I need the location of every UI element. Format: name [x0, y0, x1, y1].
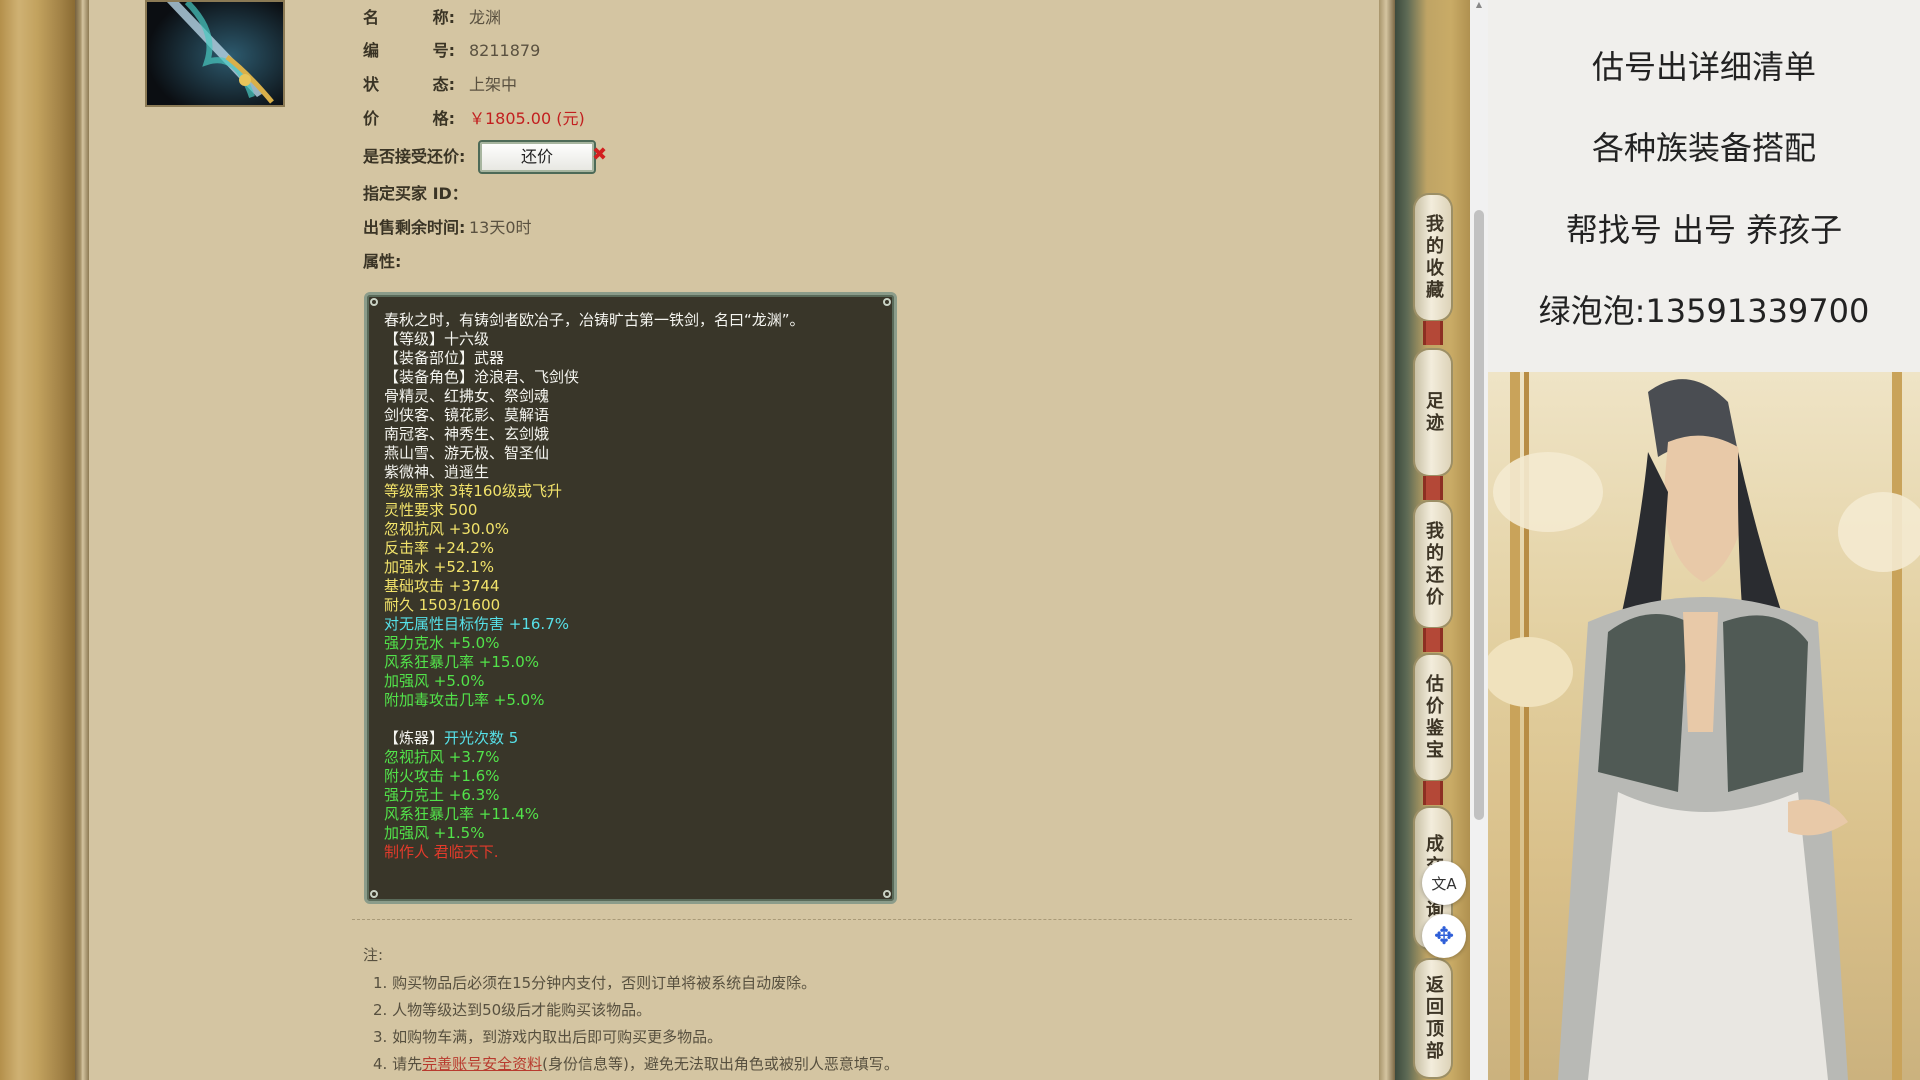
corner-ornament [370, 298, 378, 306]
account-security-link[interactable]: 完善账号安全资料 [422, 1055, 542, 1073]
corner-ornament [883, 890, 891, 898]
note-item: 4. 请先完善账号安全资料(身份信息等)，避免无法取出角色或被别人恶意填写。 [373, 1055, 899, 1073]
attribute-line: 灵性要求 500 [384, 501, 478, 519]
attribute-line: 强力克水 +5.0% [384, 634, 500, 652]
item-thumbnail [145, 0, 285, 107]
attribute-line: 耐久 1503/1600 [384, 596, 501, 614]
notes-title: 注: [363, 946, 384, 964]
attribute-line: 等级需求 3转160级或飞升 [384, 482, 562, 500]
attribute-line: 骨精灵、红拂女、祭剑魂 [384, 387, 550, 405]
attribute-line: 剑侠客、镜花影、莫解语 [384, 406, 550, 424]
scroll-rod-right [1379, 0, 1395, 1080]
tab-my-favorites[interactable]: 我的收藏 [1415, 195, 1451, 320]
refine-line: 忽视抗风 +3.7% [384, 748, 500, 766]
scroll-rod-left [75, 0, 89, 1080]
tab-back-to-top[interactable]: 返回顶部 [1415, 960, 1451, 1077]
time-left-label: 出售剩余时间: [363, 218, 466, 237]
divider [352, 919, 1352, 920]
tab-appraisal[interactable]: 估价鉴宝 [1415, 655, 1451, 780]
counter-offer-row: 是否接受还价: [363, 145, 469, 169]
refine-header: 【炼器】开光次数 5 [384, 729, 519, 747]
attribute-line: 反击率 +24.2% [384, 539, 494, 557]
attribute-line: 【装备角色】沧浪君、飞剑侠 [384, 368, 580, 386]
attribute-line: 春秋之时，有铸剑者欧冶子，冶铸旷古第一铁剑，名曰“龙渊”。 [384, 311, 805, 329]
tab-footprint[interactable]: 足迹 [1415, 350, 1451, 475]
refine-line: 强力克土 +6.3% [384, 786, 500, 804]
corner-ornament [370, 890, 378, 898]
attribute-line: 基础攻击 +3744 [384, 577, 500, 595]
status-label: 状态: [363, 75, 455, 94]
ad-line: 帮找号 出号 养孩子 [1565, 211, 1843, 249]
item-status: 上架中 [469, 75, 518, 94]
time-left: 13天0时 [469, 218, 532, 237]
tab-my-counter-offers[interactable]: 我的还价 [1415, 502, 1451, 627]
attribute-line: 加强风 +5.0% [384, 672, 485, 690]
item-id: 8211879 [469, 41, 541, 60]
item-price-row: 价格: ￥1805.00 (元) [363, 107, 585, 131]
ad-line: 各种族装备搭配 [1591, 129, 1816, 167]
attribute-line: 南冠客、神秀生、玄剑娥 [384, 425, 550, 443]
note-item: 2. 人物等级达到50级后才能购买该物品。 [373, 1001, 652, 1019]
refine-line: 加强风 +1.5% [384, 824, 485, 842]
name-label: 名称: [363, 8, 455, 27]
sword-image [147, 2, 283, 105]
item-price: ￥1805.00 (元) [469, 109, 585, 128]
attribute-line: 燕山雪、游无极、智圣仙 [384, 444, 550, 462]
item-id-row: 编号: 8211879 [363, 39, 540, 63]
attribute-line: 风系狂暴几率 +15.0% [384, 653, 539, 671]
note-item: 1. 购买物品后必须在15分钟内支付，否则订单将被系统自动废除。 [373, 974, 817, 992]
character-illustration [1488, 372, 1920, 1080]
character-artwork [1488, 372, 1920, 1080]
maker-line: 制作人 君临天下. [384, 843, 499, 861]
refine-line: 附火攻击 +1.6% [384, 767, 500, 785]
scroll-up-arrow-icon[interactable]: ▲ [1474, 0, 1484, 10]
price-label: 价格: [363, 109, 455, 128]
item-status-row: 状态: 上架中 [363, 73, 517, 97]
background-left-border [0, 0, 75, 1080]
note-item: 3. 如购物车满，到游戏内取出后即可购买更多物品。 [373, 1028, 723, 1046]
ad-contact: 绿泡泡:13591339700 [1538, 292, 1870, 330]
attribute-line: 附加毒攻击几率 +5.0% [384, 691, 545, 709]
attribute-line: 忽视抗风 +30.0% [384, 520, 509, 538]
corner-ornament [883, 298, 891, 306]
item-name: 龙渊 [469, 8, 502, 27]
attribute-line: 对无属性目标伤害 +16.7% [384, 615, 569, 633]
attribute-line: 【等级】十六级 [384, 330, 490, 348]
counter-offer-label: 是否接受还价: [363, 147, 466, 166]
attribute-line: 紫微神、逍遥生 [384, 463, 490, 481]
ad-line: 估号出详细清单 [1591, 48, 1816, 86]
refine-line: 风系狂暴几率 +11.4% [384, 805, 539, 823]
counter-offer-button[interactable]: 还价 [478, 140, 596, 174]
ad-panel: 估号出详细清单 各种族装备搭配 帮找号 出号 养孩子 绿泡泡:135913397… [1488, 0, 1920, 1080]
translate-icon[interactable]: 文A [1422, 861, 1466, 905]
attribute-line: 加强水 +52.1% [384, 558, 494, 576]
close-icon[interactable]: ✖ [592, 144, 607, 165]
buyer-id-label: 指定买家 ID： [363, 184, 468, 203]
id-label: 编号: [363, 41, 455, 60]
scrollbar-thumb[interactable] [1474, 210, 1484, 820]
ai-assistant-icon[interactable]: ✥ [1422, 914, 1466, 958]
item-name-row: 名称: 龙渊 [363, 6, 501, 30]
attributes-label: 属性: [363, 252, 402, 271]
attributes-row: 属性: [363, 250, 469, 274]
time-left-row: 出售剩余时间: 13天0时 [363, 216, 532, 240]
buyer-id-row: 指定买家 ID： [363, 182, 468, 206]
attribute-line: 【装备部位】武器 [384, 349, 505, 367]
